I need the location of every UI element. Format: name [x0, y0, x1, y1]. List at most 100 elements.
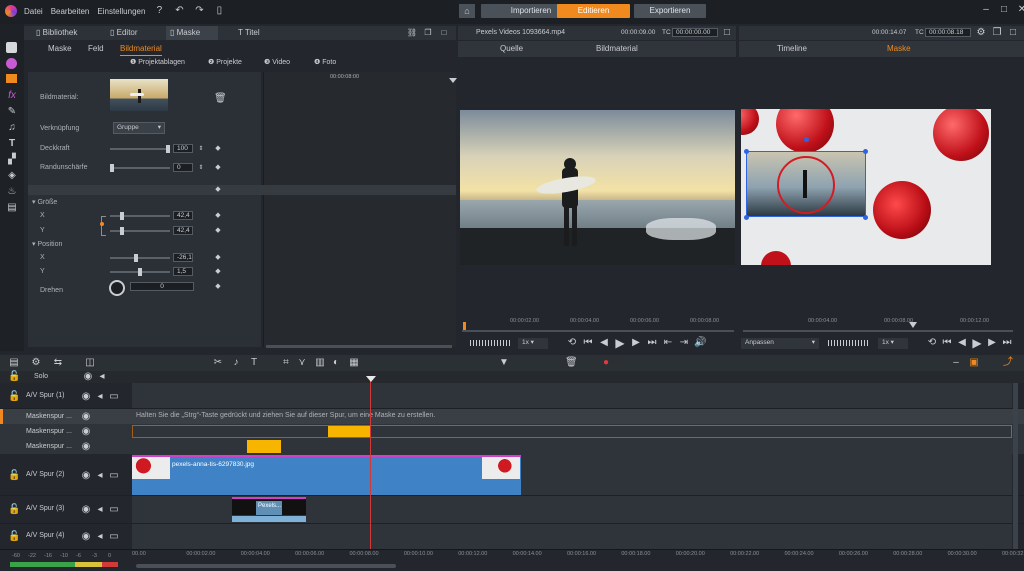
- maximize-icon[interactable]: □: [998, 4, 1010, 16]
- step-templates[interactable]: ❶ Projektablagen: [130, 58, 185, 66]
- edit-button[interactable]: Editieren: [557, 4, 630, 18]
- sidebar-media-icon[interactable]: [6, 42, 17, 53]
- timeline-marker-icon[interactable]: ▼: [498, 357, 510, 369]
- av2-lock-icon[interactable]: 🔓: [8, 470, 20, 482]
- timeline-fit-icon[interactable]: ▣: [968, 357, 980, 369]
- preview-settings-icon[interactable]: ⚙: [975, 27, 987, 39]
- sidebar-motion-icon[interactable]: ♨: [6, 186, 18, 198]
- minimize-icon[interactable]: –: [980, 4, 992, 16]
- delete-media-icon[interactable]: 🗑: [214, 93, 227, 105]
- av4-lock-icon[interactable]: 🔓: [8, 531, 20, 543]
- av4-eye-icon[interactable]: ◉: [80, 531, 92, 543]
- av4-monitor-icon[interactable]: ▭: [108, 531, 120, 543]
- timeline-snap-icon[interactable]: ◫: [84, 357, 96, 369]
- edge-slider[interactable]: [110, 164, 170, 172]
- av3-eye-icon[interactable]: ◉: [80, 504, 92, 516]
- source-tc-value[interactable]: 00:00:00.00: [672, 28, 718, 37]
- source-jog[interactable]: [470, 340, 512, 346]
- link-select[interactable]: Gruppe ▾: [113, 122, 165, 134]
- help-icon[interactable]: ?: [153, 5, 165, 17]
- av2-speaker-icon[interactable]: ◂: [94, 470, 106, 482]
- source-playhead-marker[interactable]: [463, 322, 466, 330]
- pos-y-input[interactable]: 1,5: [173, 267, 193, 276]
- timeline-mode-icon[interactable]: ⤴: [1002, 357, 1014, 369]
- pos-y-keyframe-icon[interactable]: ◆: [212, 266, 224, 278]
- mask-clip-2[interactable]: [247, 440, 281, 453]
- tab-timeline[interactable]: Timeline: [777, 44, 807, 53]
- step-projects[interactable]: ❷ Projekte: [208, 58, 242, 66]
- preview-play-icon[interactable]: ▶: [971, 337, 983, 349]
- sidebar-effects-icon[interactable]: [6, 58, 17, 69]
- solo-lock-icon[interactable]: 🔓: [8, 371, 20, 383]
- undock-icon[interactable]: ❐: [422, 26, 434, 40]
- timeline-delete-icon[interactable]: 🗑: [565, 357, 578, 369]
- sidebar-fx-icon[interactable]: fx: [6, 90, 18, 102]
- tab-source-media[interactable]: Bildmaterial: [596, 44, 638, 53]
- source-video[interactable]: [460, 110, 735, 265]
- timeline-settings-icon[interactable]: ▤: [8, 357, 20, 369]
- pos-x-slider[interactable]: [110, 254, 170, 262]
- mask-clip-1[interactable]: [328, 426, 371, 437]
- av1-monitor-icon[interactable]: ▭: [108, 391, 120, 403]
- maximize-panel-icon[interactable]: □: [438, 26, 450, 40]
- av3-speaker-icon[interactable]: ◂: [94, 504, 106, 516]
- close-icon[interactable]: ✕: [1016, 4, 1024, 16]
- source-start-icon[interactable]: ⏮: [582, 337, 594, 349]
- export-button[interactable]: Exportieren: [634, 4, 706, 18]
- tab-editor[interactable]: ▯ Editor: [110, 26, 138, 40]
- opacity-keyframe-icon[interactable]: ◆: [212, 143, 224, 155]
- av1-speaker-icon[interactable]: ◂: [94, 391, 106, 403]
- preview-tc-value[interactable]: 00:00:08.18: [925, 28, 971, 37]
- timeline-record-icon[interactable]: ●: [600, 357, 612, 369]
- av3-audio[interactable]: [232, 516, 306, 522]
- rotate-keyframe-icon[interactable]: ◆: [212, 281, 224, 293]
- size-y-keyframe-icon[interactable]: ◆: [212, 225, 224, 237]
- source-volume-icon[interactable]: 🔊: [694, 337, 706, 349]
- edge-keyframe-icon[interactable]: ◆: [212, 162, 224, 174]
- size-y-slider[interactable]: [110, 227, 170, 235]
- mask3-eye-icon[interactable]: ◉: [80, 441, 92, 453]
- solo-eye-icon[interactable]: ◉: [82, 371, 94, 383]
- menu-settings[interactable]: Einstellungen: [97, 7, 145, 16]
- redo-icon[interactable]: ↷: [193, 5, 205, 17]
- timeline-razor-icon[interactable]: ✂: [212, 357, 224, 369]
- av1-lock-icon[interactable]: 🔓: [8, 391, 20, 403]
- link-icon[interactable]: ⛓: [406, 26, 418, 40]
- timeline-crop-icon[interactable]: ⌗: [280, 357, 292, 369]
- sidebar-folder-icon[interactable]: [6, 74, 17, 83]
- media-thumbnail[interactable]: [110, 79, 168, 111]
- tab-preview-mask[interactable]: Maske: [887, 44, 911, 53]
- sidebar-title-icon[interactable]: T: [6, 138, 18, 150]
- subtab-field[interactable]: Feld: [88, 42, 104, 56]
- timeline-playhead[interactable]: [370, 377, 371, 557]
- sidebar-brush-icon[interactable]: ✎: [6, 106, 18, 118]
- subtab-mask[interactable]: Maske: [48, 42, 72, 56]
- av1-eye-icon[interactable]: ◉: [80, 391, 92, 403]
- preview-undock-icon[interactable]: ❐: [991, 27, 1003, 39]
- source-back-icon[interactable]: ◀: [598, 337, 610, 349]
- av3-lock-icon[interactable]: 🔓: [8, 504, 20, 516]
- source-speed[interactable]: 1x ▾: [518, 338, 548, 349]
- tab-title[interactable]: T Titel: [238, 26, 260, 40]
- edge-stepper[interactable]: ⇕: [195, 162, 207, 174]
- sidebar-paint-icon[interactable]: ▞: [6, 154, 18, 166]
- preview-back-icon[interactable]: ◀: [956, 337, 968, 349]
- preview-jog[interactable]: [828, 340, 870, 346]
- av2-eye-icon[interactable]: ◉: [80, 470, 92, 482]
- av4-speaker-icon[interactable]: ◂: [94, 531, 106, 543]
- size-x-keyframe-icon[interactable]: ◆: [212, 210, 224, 222]
- preview-maximize-icon[interactable]: □: [1007, 27, 1019, 39]
- mask1-eye-icon[interactable]: ◉: [80, 411, 92, 423]
- source-maximize-icon[interactable]: □: [721, 27, 733, 39]
- tab-mask[interactable]: ▯ Maske: [166, 26, 218, 40]
- source-forward-icon[interactable]: ▶: [630, 337, 642, 349]
- av2-clip[interactable]: pexels-anna-tis-6297830.jpg: [132, 455, 521, 495]
- timeline-color-icon[interactable]: ◐: [330, 357, 342, 369]
- source-mark-out-icon[interactable]: ⇥: [678, 337, 690, 349]
- step-video[interactable]: ❸ Video: [264, 58, 290, 66]
- opacity-input[interactable]: 100: [173, 144, 193, 153]
- mask2-track-selection[interactable]: [132, 425, 1012, 438]
- menu-file[interactable]: Datei: [24, 7, 43, 16]
- mask-selection-box[interactable]: [746, 151, 866, 217]
- size-x-slider[interactable]: [110, 212, 170, 220]
